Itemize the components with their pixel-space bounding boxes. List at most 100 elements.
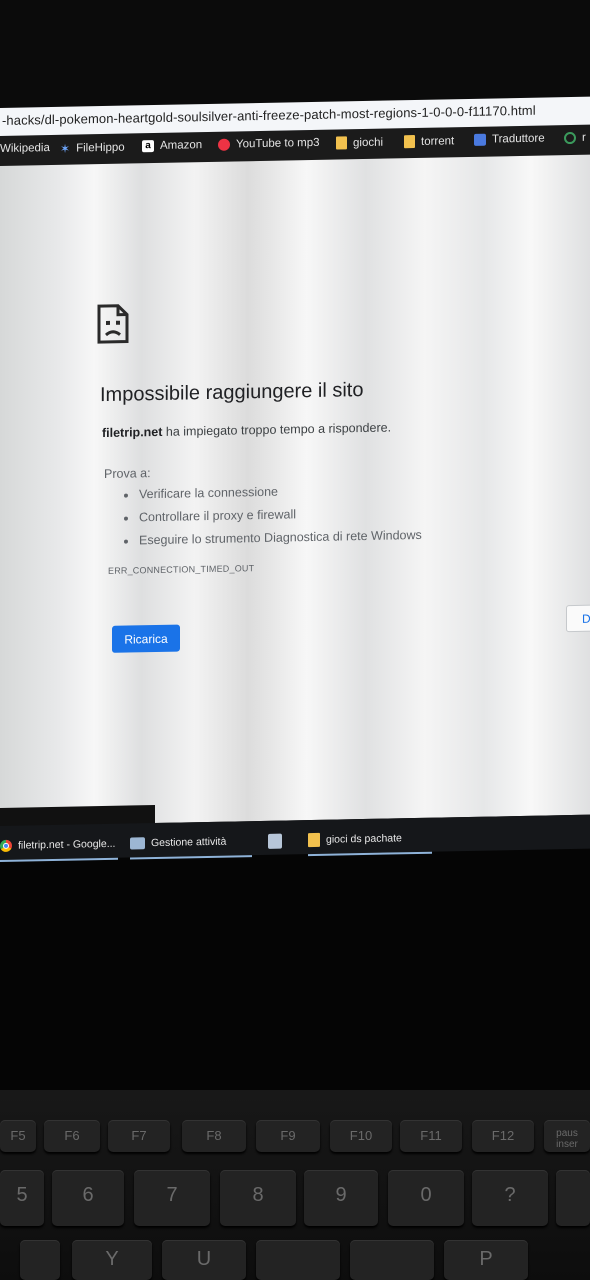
error-page: Impossibile raggiungere il sito filetrip… — [0, 154, 590, 827]
key-label: 5 — [16, 1184, 28, 1206]
bookmark-r[interactable]: r — [564, 131, 586, 145]
error-code: ERR_CONNECTION_TIMED_OUT — [108, 563, 255, 576]
key-label: 7 — [166, 1184, 178, 1206]
taskbar-item-label: Gestione attività — [151, 835, 227, 850]
key-f11[interactable]: F11 — [400, 1120, 462, 1152]
taskbar-item-folder[interactable]: gioci ds pachate — [308, 826, 432, 857]
bookmark-wikipedia[interactable]: Wikipedia — [0, 142, 50, 155]
key-label: 6 — [82, 1184, 94, 1206]
taskbar-item-app[interactable] — [268, 828, 288, 852]
key-5[interactable]: 5 — [0, 1170, 44, 1226]
error-description: filetrip.net ha impiegato troppo tempo a… — [102, 420, 391, 440]
bullet-icon — [124, 493, 128, 498]
key-label: 0 — [420, 1184, 432, 1206]
chrome-icon — [0, 839, 12, 852]
bullet-icon — [124, 539, 128, 544]
bookmark-torrent[interactable]: torrent — [404, 134, 455, 149]
taskbar-item-label: filetrip.net - Google... — [18, 837, 116, 852]
youtube-to-mp3-icon — [218, 138, 230, 151]
bookmark-traduttore[interactable]: Traduttore — [474, 133, 545, 146]
error-title: Impossibile raggiungere il sito — [100, 379, 364, 407]
bookmark-label: Amazon — [160, 139, 203, 152]
suggestion-list: Verificare la connessione Controllare il… — [124, 478, 422, 553]
monitor-top-bezel — [0, 0, 590, 110]
key-7[interactable]: 7 — [134, 1170, 210, 1226]
key-label: ? — [504, 1184, 516, 1206]
key-label: 9 — [335, 1184, 347, 1206]
bookmark-giochi[interactable]: giochi — [336, 136, 383, 150]
taskbar-item-label: gioci ds pachate — [326, 832, 402, 846]
key-f12[interactable]: F12 — [472, 1120, 534, 1152]
key-label: U — [196, 1248, 212, 1270]
key-label: F6 — [64, 1128, 80, 1143]
key-label: Y — [105, 1248, 119, 1270]
bookmark-label: r — [582, 131, 586, 144]
key-8[interactable]: 8 — [220, 1170, 296, 1226]
details-button[interactable]: D — [566, 604, 590, 633]
key-label: P — [479, 1248, 493, 1270]
globe-icon — [564, 131, 576, 145]
key-f7[interactable]: F7 — [108, 1120, 170, 1152]
translate-icon — [474, 133, 486, 146]
key-label: F8 — [206, 1128, 222, 1143]
key-label: F9 — [280, 1128, 296, 1143]
key-f8[interactable]: F8 — [182, 1120, 246, 1152]
laptop-keyboard: F5 F6 F7 F8 F9 F10 F11 F12 paus inser 5 … — [0, 1090, 590, 1280]
folder-icon — [404, 135, 415, 149]
key-question[interactable]: ? — [472, 1170, 548, 1226]
bookmark-label: torrent — [421, 134, 455, 148]
bookmark-youtube-to-mp3[interactable]: YouTube to mp3 — [218, 137, 320, 151]
key-u[interactable]: U — [162, 1240, 246, 1280]
key-label: F7 — [131, 1128, 147, 1143]
bookmark-label: Wikipedia — [0, 142, 50, 155]
key-label: F10 — [349, 1128, 373, 1143]
suggestion-link[interactable]: Eseguire lo strumento Diagnostica di ret… — [139, 524, 422, 552]
error-host: filetrip.net — [102, 424, 163, 441]
task-manager-icon — [130, 837, 145, 850]
filehippo-icon: ✶ — [60, 141, 71, 156]
bullet-icon — [124, 516, 128, 521]
key-0[interactable]: 0 — [388, 1170, 464, 1226]
bookmark-label: YouTube to mp3 — [236, 136, 320, 151]
app-icon — [268, 833, 282, 849]
suggestion-text: Controllare il proxy e firewall — [139, 507, 297, 525]
key-f9[interactable]: F9 — [256, 1120, 320, 1152]
key-label: 8 — [252, 1184, 264, 1206]
sad-page-icon — [97, 304, 129, 344]
bookmark-label: giochi — [353, 136, 384, 149]
amazon-icon: a — [142, 140, 154, 153]
active-indicator — [130, 855, 252, 860]
key-p[interactable]: P — [444, 1240, 528, 1280]
key-o[interactable] — [350, 1240, 434, 1280]
taskbar-item-chrome[interactable]: filetrip.net - Google... — [0, 832, 118, 862]
bookmark-amazon[interactable]: a Amazon — [142, 139, 203, 153]
bookmark-filehippo[interactable]: ✶ FileHippo — [60, 141, 125, 156]
key-f10[interactable]: F10 — [330, 1120, 392, 1152]
key-f5[interactable]: F5 — [0, 1120, 36, 1152]
url-text[interactable]: -hacks/dl-pokemon-heartgold-soulsilver-a… — [2, 103, 536, 128]
key-label: paus inser — [556, 1128, 578, 1150]
active-indicator — [308, 851, 432, 857]
key-label: F5 — [10, 1128, 26, 1143]
try-label: Prova a: — [104, 466, 151, 482]
key-caret[interactable] — [556, 1170, 590, 1226]
suggestion-text: Verificare la connessione — [139, 484, 278, 502]
taskbar-item-task-manager[interactable]: Gestione attività — [130, 830, 252, 860]
bookmark-label: FileHippo — [76, 141, 125, 155]
key-pause[interactable]: paus inser — [544, 1120, 590, 1152]
key-9[interactable]: 9 — [304, 1170, 378, 1226]
folder-icon — [336, 136, 347, 150]
active-indicator — [0, 857, 118, 862]
list-item[interactable]: Eseguire lo strumento Diagnostica di ret… — [124, 524, 422, 553]
folder-icon — [308, 832, 320, 848]
bookmark-label: Traduttore — [492, 132, 545, 146]
key-label: F12 — [491, 1128, 515, 1143]
key-t[interactable] — [20, 1240, 60, 1280]
reload-button[interactable]: Ricarica — [112, 624, 180, 653]
key-6[interactable]: 6 — [52, 1170, 124, 1226]
error-description-text: ha impiegato troppo tempo a rispondere. — [165, 420, 392, 439]
key-i[interactable] — [256, 1240, 340, 1280]
key-label: F11 — [420, 1128, 442, 1143]
key-f6[interactable]: F6 — [44, 1120, 100, 1152]
key-y[interactable]: Y — [72, 1240, 152, 1280]
